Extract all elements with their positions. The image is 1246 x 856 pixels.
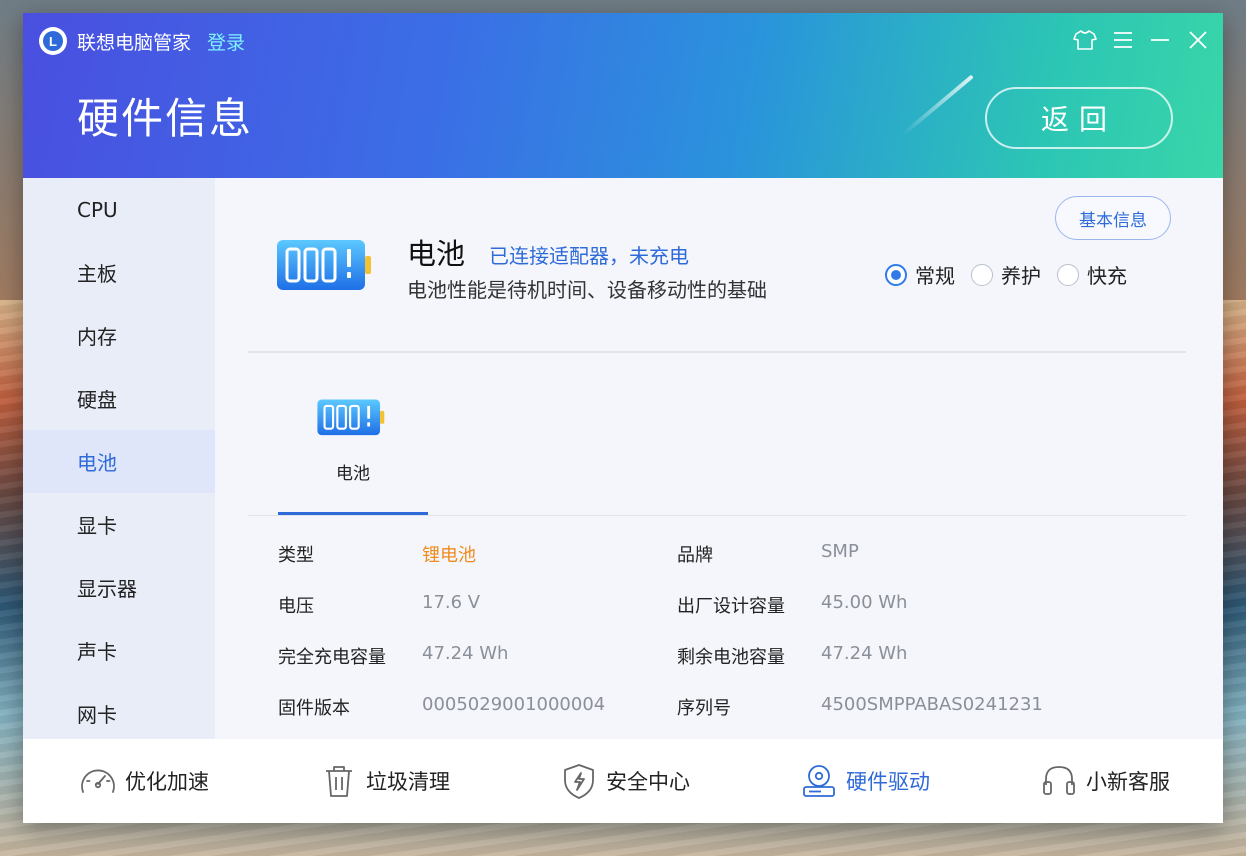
speedometer-icon (79, 762, 117, 800)
detail-value-brand: SMP (821, 541, 859, 562)
mode-fast-charge-radio[interactable]: 快充 (1057, 260, 1127, 289)
battery-name: 电池 (407, 237, 466, 271)
page-title: 硬件信息 (77, 94, 254, 143)
detail-value-full-charge-capacity: 47.24 Wh (422, 643, 509, 664)
charge-mode-radio-group: 常规 养护 快充 (885, 260, 1127, 289)
shield-icon (560, 762, 598, 800)
mode-care-label: 养护 (1001, 264, 1041, 288)
sidebar: CPU 主板 内存 硬盘 电池 显卡 显示器 声卡 网卡 (23, 178, 215, 739)
bottom-nav: 优化加速 垃圾清理 安全中心 硬件驱动 小新客服 (23, 739, 1223, 823)
nav-security-label: 安全中心 (606, 770, 690, 794)
back-button[interactable]: 返回 (985, 87, 1173, 149)
sidebar-item-network-card[interactable]: 网卡 (23, 682, 215, 745)
sidebar-item-gpu[interactable]: 显卡 (23, 493, 215, 556)
divider (248, 351, 1186, 353)
detail-label-remaining-capacity: 剩余电池容量 (677, 647, 785, 668)
nav-cleanup[interactable]: 垃圾清理 (320, 739, 450, 823)
trash-icon (320, 762, 358, 800)
detail-value-firmware: 0005029001000004 (422, 694, 606, 715)
radio-unchecked-icon[interactable] (1057, 263, 1079, 286)
nav-hardware-driver[interactable]: 硬件驱动 (800, 739, 930, 823)
mode-fast-charge-label: 快充 (1087, 264, 1127, 288)
basic-info-button[interactable]: 基本信息 (1055, 196, 1171, 240)
sidebar-item-cpu[interactable]: CPU (23, 178, 215, 241)
sidebar-item-memory[interactable]: 内存 (23, 304, 215, 367)
nav-optimize-label: 优化加速 (125, 770, 209, 794)
detail-value-remaining-capacity: 47.24 Wh (821, 643, 908, 664)
lenovo-logo-icon: L (39, 27, 67, 55)
login-link[interactable]: 登录 (207, 28, 245, 55)
sidebar-item-battery[interactable]: 电池 (23, 430, 215, 493)
headset-icon (1040, 762, 1078, 800)
detail-label-serial: 序列号 (677, 698, 731, 719)
app-title: 联想电脑管家 (77, 32, 192, 54)
mode-normal-radio[interactable]: 常规 (885, 260, 955, 289)
app-window: L 联想电脑管家 登录 硬件信息 返回 CPU 主板 内存 硬盘 电池 显卡 显… (23, 13, 1223, 823)
nav-cleanup-label: 垃圾清理 (366, 770, 450, 794)
detail-label-brand: 品牌 (677, 545, 713, 566)
battery-panel: 基本信息 电池 已连接适配器，未充电 电池性能是待机时间、设备移动性的基础 常规… (215, 178, 1223, 739)
detail-label-voltage: 电压 (278, 596, 314, 617)
detail-label-design-capacity: 出厂设计容量 (677, 596, 785, 617)
battery-icon (275, 238, 379, 298)
nav-hardware-driver-label: 硬件驱动 (846, 770, 930, 794)
tab-battery-device[interactable]: 电池 (278, 378, 428, 518)
skin-tshirt-icon[interactable] (1072, 27, 1098, 53)
minimize-icon[interactable] (1147, 27, 1173, 53)
hardware-drive-icon (800, 762, 838, 800)
header-banner: L 联想电脑管家 登录 硬件信息 返回 (23, 13, 1223, 178)
nav-security[interactable]: 安全中心 (560, 739, 690, 823)
sidebar-item-sound-card[interactable]: 声卡 (23, 619, 215, 682)
sidebar-item-display[interactable]: 显示器 (23, 556, 215, 619)
close-icon[interactable] (1185, 27, 1211, 53)
menu-hamburger-icon[interactable] (1110, 27, 1136, 53)
divider (248, 515, 1186, 516)
detail-label-full-charge-capacity: 完全充电容量 (278, 647, 386, 668)
detail-value-voltage: 17.6 V (422, 592, 481, 613)
mode-normal-label: 常规 (915, 264, 955, 288)
detail-label-type: 类型 (278, 545, 314, 566)
mode-care-radio[interactable]: 养护 (971, 260, 1041, 289)
radio-checked-icon[interactable] (885, 263, 907, 286)
nav-optimize[interactable]: 优化加速 (79, 739, 209, 823)
detail-value-type: 锂电池 (422, 545, 476, 566)
battery-description: 电池性能是待机时间、设备移动性的基础 (407, 278, 767, 302)
battery-status: 已连接适配器，未充电 (489, 244, 689, 268)
nav-customer-service[interactable]: 小新客服 (1040, 739, 1170, 823)
radio-unchecked-icon[interactable] (971, 263, 993, 286)
sidebar-item-motherboard[interactable]: 主板 (23, 241, 215, 304)
tab-battery-label: 电池 (336, 464, 370, 484)
detail-value-serial: 4500SMPPABAS0241231 (821, 694, 1043, 715)
detail-label-firmware: 固件版本 (278, 698, 350, 719)
sidebar-item-disk[interactable]: 硬盘 (23, 367, 215, 430)
nav-customer-service-label: 小新客服 (1086, 770, 1170, 794)
detail-value-design-capacity: 45.00 Wh (821, 592, 908, 613)
decorative-streak (902, 74, 974, 136)
battery-icon (316, 398, 390, 442)
